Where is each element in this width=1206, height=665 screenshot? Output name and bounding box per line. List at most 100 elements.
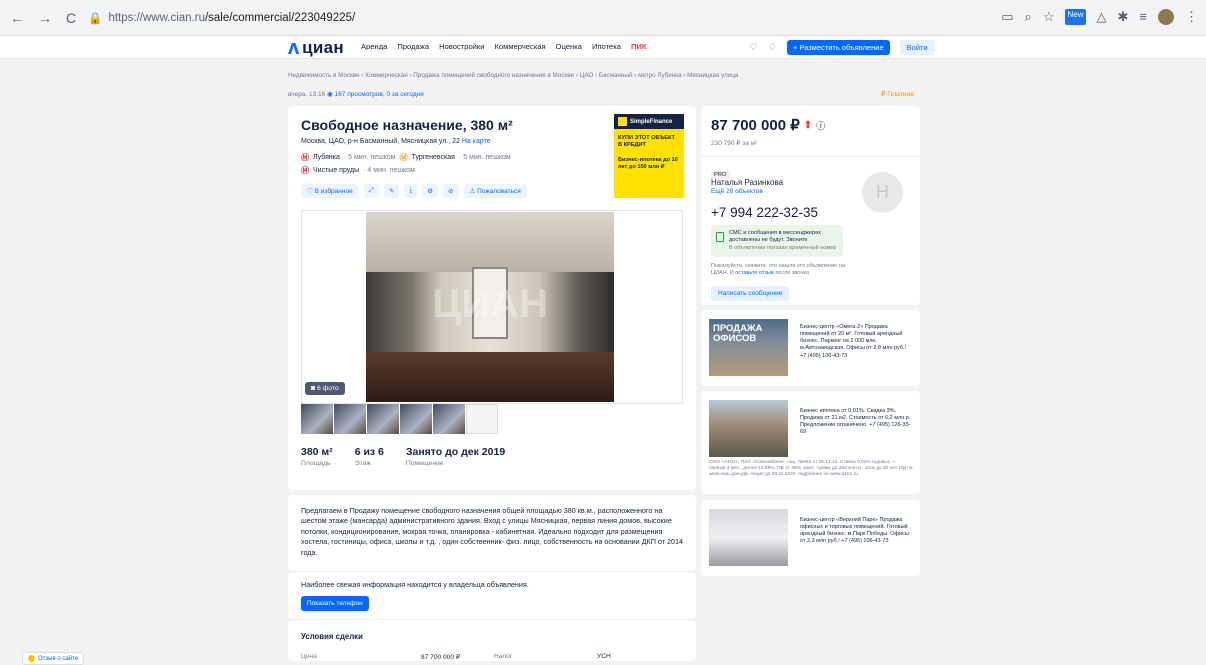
metro-station[interactable]: Чистые пруды bbox=[313, 167, 359, 174]
menu-pik[interactable]: ПИК bbox=[631, 42, 647, 51]
agent-more-link[interactable]: Ещё 28 объектов bbox=[711, 188, 763, 195]
simplefinance-ad-banner[interactable]: SimpleFinance КУПИ ЭТОТ ОБЪЕКТ В КРЕДИТ … bbox=[614, 114, 684, 198]
metro-icon: Ⓜ bbox=[399, 153, 408, 162]
price-value: 87 700 000 ₽ bbox=[711, 117, 800, 134]
metro-walk-time: · 4 мин. пешком bbox=[363, 167, 415, 174]
puzzle-icon[interactable]: ✱ bbox=[1118, 9, 1129, 25]
reload-icon[interactable]: C bbox=[66, 10, 76, 26]
promo-text: Бизнес-центр «Верхний Парк» Продажа офис… bbox=[800, 517, 909, 545]
menu-rent[interactable]: Аренда bbox=[361, 42, 387, 51]
avatar: Н bbox=[862, 172, 903, 213]
kebab-menu-icon[interactable]: ⋮ bbox=[1185, 9, 1198, 25]
ad-subline: Бизнес-ипотека до 10 лет до 150 млн ₽ bbox=[618, 157, 678, 171]
publish-date: вчера, 13:16 bbox=[288, 91, 326, 98]
ad-headline: КУПИ ЭТОТ ОБЪЕКТ В КРЕДИТ bbox=[618, 135, 675, 148]
logo-text: циан bbox=[302, 37, 344, 57]
agent-name[interactable]: Наталья Разинкова bbox=[711, 178, 783, 187]
photo-thumbnail[interactable] bbox=[400, 404, 432, 434]
pen-icon[interactable]: ✎ bbox=[383, 184, 400, 198]
menu-mortgage[interactable]: Ипотека bbox=[592, 42, 621, 51]
metro-row: Ⓜ Чистые пруды · 4 мин. пешком bbox=[301, 165, 415, 176]
main-photo[interactable]: ЦИАН bbox=[366, 212, 614, 402]
deal-terms-title: Условия сделки bbox=[301, 632, 363, 641]
address-bar[interactable]: 🔒 https://www.cian.ru/sale/commercial/22… bbox=[88, 11, 355, 25]
map-link[interactable]: На карте bbox=[462, 138, 491, 145]
photo-thumbnail[interactable] bbox=[367, 404, 399, 434]
profile-avatar[interactable] bbox=[1158, 9, 1174, 25]
promo-card[interactable]: ПРОДАЖА ОФИСОВ Бизнес-центр «Омега-2» Пр… bbox=[701, 310, 920, 386]
reading-list-icon[interactable]: ≡ bbox=[1139, 9, 1147, 25]
fact-label: Этаж bbox=[354, 460, 371, 467]
photo-thumbnail[interactable] bbox=[433, 404, 465, 434]
fact-floor: 6 из 6 Этаж bbox=[355, 446, 384, 467]
key-facts: 380 м² Площадь 6 из 6 Этаж Занято до дек 2… bbox=[301, 446, 527, 467]
owner-contact: Наиболее свежая информация находится у в… bbox=[288, 571, 696, 619]
leave-review-link[interactable]: оставьте отзыв bbox=[735, 270, 774, 276]
back-icon[interactable]: ← bbox=[10, 10, 24, 26]
price-label: Цена bbox=[301, 653, 317, 660]
ad-brand: SimpleFinance bbox=[614, 114, 684, 129]
new-extension-badge[interactable]: New bbox=[1065, 9, 1086, 25]
photo-thumbnail[interactable] bbox=[301, 404, 333, 434]
metro-icon: Ⓜ bbox=[301, 166, 309, 175]
floor-plan-thumbnail[interactable] bbox=[466, 404, 498, 434]
photo-floor bbox=[366, 352, 614, 402]
fact-area: 380 м² Площадь bbox=[301, 446, 333, 467]
price-per-meter: 230 790 ₽ за м² bbox=[711, 140, 758, 147]
metro-station[interactable]: Тургеневская bbox=[412, 154, 455, 161]
promo-image bbox=[709, 400, 788, 457]
bookmark-star-icon[interactable]: ☆ bbox=[1043, 9, 1055, 25]
photo-ceiling bbox=[366, 212, 614, 272]
fact-value: 380 м² bbox=[301, 446, 333, 458]
share-icon[interactable]: ⤢ bbox=[363, 184, 379, 198]
show-phone-button[interactable]: Показать телефон bbox=[301, 596, 369, 611]
phone-number[interactable]: +7 994 222-32-35 bbox=[711, 205, 818, 220]
sms-warning: СМС и сообщения в мессенджерах доставлен… bbox=[711, 225, 843, 257]
fact-label: Помещение bbox=[405, 460, 444, 467]
browser-nav: ← → C bbox=[10, 10, 76, 26]
notifications-icon[interactable]: ♢ bbox=[768, 42, 777, 53]
menu-new-buildings[interactable]: Новостройки bbox=[439, 42, 484, 51]
metro-walk-time: · 5 мин. пешком bbox=[343, 154, 396, 161]
photo-count-badge[interactable]: ◙ 6 фото bbox=[305, 382, 345, 395]
address-text: Москва, ЦАО, р-н Басманный, Мясницкая ул… bbox=[301, 138, 460, 145]
metro-station[interactable]: Лубянка bbox=[313, 154, 340, 161]
cast-icon[interactable]: ▭ bbox=[1001, 9, 1013, 25]
price-up-icon[interactable]: ⬆ bbox=[804, 120, 812, 131]
info-icon[interactable]: ⓘ bbox=[816, 119, 825, 132]
settings-icon[interactable]: ⚙ bbox=[422, 184, 439, 198]
post-ad-button[interactable]: + Разместить объявление bbox=[786, 40, 890, 55]
menu-sale[interactable]: Продажа bbox=[397, 42, 429, 51]
views-count[interactable]: 167 просмотров, 0 за сегодня bbox=[335, 91, 424, 98]
warning-icon: ⚠ bbox=[469, 188, 478, 195]
photo-thumbnail[interactable] bbox=[334, 404, 366, 434]
listing-actions: ♡ В избранное ⤢ ✎ ⤓ ⚙ ⊘ ⚠ Пожаловаться bbox=[301, 184, 527, 198]
promo-card[interactable]: Бизнес-центр «Верхний Парк» Продажа офис… bbox=[701, 500, 920, 576]
main-menu: Аренда Продажа Новостройки Коммерческая … bbox=[361, 42, 647, 51]
listing-card: Свободное назначение, 380 м² Москва, ЦАО… bbox=[288, 106, 696, 490]
complain-button[interactable]: ⚠ Пожаловаться bbox=[463, 184, 527, 198]
add-to-favorites-button[interactable]: ♡ В избранное bbox=[301, 184, 359, 198]
tax-value: УСН bbox=[597, 653, 611, 660]
zoom-icon[interactable]: ⌕ bbox=[1025, 9, 1032, 25]
lock-icon: 🔒 bbox=[88, 12, 103, 25]
login-button[interactable]: Войти bbox=[899, 40, 935, 55]
menu-commercial[interactable]: Коммерческая bbox=[494, 42, 545, 51]
promo-text: Бизнес ипотека от 0,01%. Скидка 3%. Прод… bbox=[800, 408, 911, 436]
cian-logo[interactable]: ᴧ циан bbox=[288, 36, 344, 59]
hide-icon[interactable]: ⊘ bbox=[443, 184, 459, 198]
photo-thumbnails bbox=[301, 404, 498, 434]
deal-terms: Условия сделки Цена 87 700 000 ₽ Налог У… bbox=[288, 619, 696, 661]
download-icon[interactable]: ⤓ bbox=[404, 184, 418, 198]
menu-valuation[interactable]: Оценка bbox=[556, 42, 582, 51]
promo-image: ПРОДАЖА ОФИСОВ bbox=[709, 319, 788, 376]
feedback-button[interactable]: Отзыв о сайте bbox=[22, 652, 85, 665]
forward-icon[interactable]: → bbox=[38, 10, 52, 26]
favorites-heart-icon[interactable]: ♡ bbox=[749, 42, 758, 53]
metro-row: Ⓜ Лубянка · 5 мин. пешком Ⓜ Тургеневская… bbox=[301, 152, 511, 163]
breadcrumb[interactable]: Недвижимость в Москве › Коммерческая › П… bbox=[288, 72, 738, 79]
promo-card[interactable]: Бизнес ипотека от 0,01%. Скидка 3%. Прод… bbox=[701, 391, 920, 494]
drive-icon[interactable]: △ bbox=[1097, 9, 1107, 25]
write-message-button[interactable]: Написать сообщение bbox=[711, 286, 790, 301]
ad-brand-name: SimpleFinance bbox=[630, 118, 673, 125]
